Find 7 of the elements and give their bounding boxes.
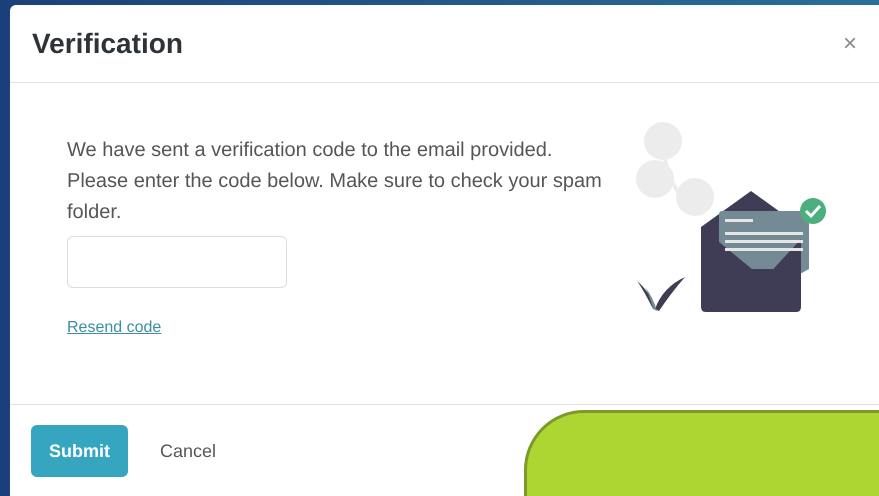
instruction-text: We have sent a verification code to the email provided. Please enter the code below. Make sure to check your spam folder. [67, 138, 603, 225]
cancel-button[interactable]: Cancel [140, 425, 236, 477]
code-input-field[interactable] [67, 236, 287, 288]
close-button[interactable]: × [842, 32, 857, 56]
resend-code-link[interactable]: Resend code [67, 316, 162, 340]
submit-button[interactable]: Submit [31, 425, 128, 477]
dialog-title: Verification [32, 26, 183, 60]
